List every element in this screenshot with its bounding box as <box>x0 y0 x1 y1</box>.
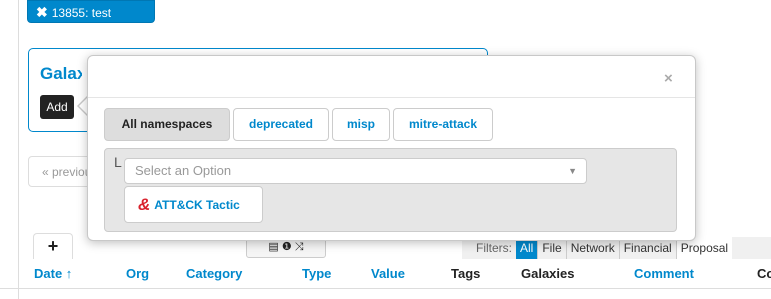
event-tag-chip[interactable]: ✖ 13855: test <box>27 0 155 23</box>
galaxy-option-label: ATT&CK Tactic <box>154 198 240 212</box>
attribute-table-header: Date ↑ Org Category Type Value Tags Gala… <box>0 258 771 289</box>
left-divider <box>18 0 19 299</box>
select-placeholder: Select an Option <box>135 163 232 178</box>
namespace-deprecated-button[interactable]: deprecated <box>233 108 329 141</box>
column-comment[interactable]: Comment <box>634 266 694 281</box>
column-category[interactable]: Category <box>186 266 242 281</box>
column-date[interactable]: Date ↑ <box>34 266 72 281</box>
column-galaxies: Galaxies <box>521 266 575 281</box>
galaxy-picker-popover: × All namespaces deprecated misp mitre-a… <box>87 55 696 241</box>
column-type[interactable]: Type <box>302 266 331 281</box>
galaxy-select[interactable]: Select an Option ▼ <box>124 158 587 184</box>
column-tags: Tags <box>451 266 481 281</box>
filters-label: Filters: <box>476 241 512 255</box>
chevron-down-icon[interactable]: ▼ <box>568 159 577 183</box>
galaxy-title: Galaxies <box>40 64 82 83</box>
galaxy-option-attack-tactic[interactable]: & ATT&CK Tactic <box>124 186 263 223</box>
namespace-misp-button[interactable]: misp <box>332 108 390 141</box>
add-galaxy-button[interactable]: Add <box>40 95 74 119</box>
picker-prefix: L <box>114 154 122 170</box>
close-icon[interactable]: × <box>664 70 673 87</box>
namespace-all-button[interactable]: All namespaces <box>104 108 230 141</box>
ampersand-icon: & <box>138 195 151 214</box>
add-attribute-tab[interactable]: + <box>33 233 73 259</box>
namespace-mitre-attack-button[interactable]: mitre-attack <box>393 108 493 141</box>
column-value[interactable]: Value <box>371 266 405 281</box>
column-org[interactable]: Org <box>126 266 149 281</box>
popover-divider <box>88 97 695 98</box>
close-icon[interactable]: ✖ <box>36 4 48 20</box>
event-tag-label: 13855: test <box>51 6 112 20</box>
galaxy-select-panel: L Select an Option ▼ & ATT&CK Tactic <box>104 148 677 232</box>
column-correlate: Co <box>757 266 771 281</box>
